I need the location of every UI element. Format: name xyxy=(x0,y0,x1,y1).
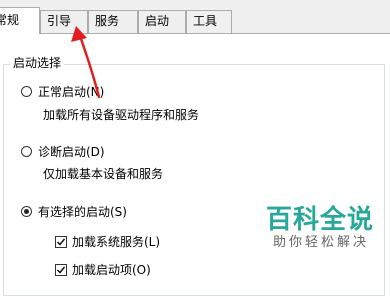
checkmark-icon xyxy=(56,266,66,274)
checkmark-icon xyxy=(56,238,66,246)
load-system-services-label[interactable]: 加载系统服务(L) xyxy=(72,234,160,250)
watermark-title: 百科全说 xyxy=(266,205,375,235)
selective-startup-radio[interactable] xyxy=(21,206,32,217)
tab-boot[interactable]: 引导 xyxy=(40,10,88,33)
tab-startup[interactable]: 启动 xyxy=(138,10,186,33)
normal-startup-description: 加载所有设备驱动程序和服务 xyxy=(43,108,200,122)
watermark-logo: 百科全说 助你轻松解决 xyxy=(266,205,374,251)
normal-startup-label[interactable]: 正常启动(N) xyxy=(38,84,104,100)
load-startup-items-checkbox[interactable] xyxy=(55,264,67,276)
tab-general[interactable]: 常规 xyxy=(0,7,40,34)
group-title: 启动选择 xyxy=(10,55,65,71)
tab-tools[interactable]: 工具 xyxy=(186,10,232,33)
tab-strip: 常规 引导 服务 启动 工具 xyxy=(0,0,390,34)
load-system-services-checkbox[interactable] xyxy=(55,236,67,248)
diagnostic-startup-description: 仅加载基本设备和服务 xyxy=(43,167,164,181)
tab-services[interactable]: 服务 xyxy=(88,10,138,33)
tab-panel-border xyxy=(40,33,390,34)
normal-startup-radio[interactable] xyxy=(21,86,32,97)
diagnostic-startup-label[interactable]: 诊断启动(D) xyxy=(38,144,105,160)
load-startup-items-label[interactable]: 加载启动项(O) xyxy=(72,262,151,278)
selective-startup-label[interactable]: 有选择的启动(S) xyxy=(38,204,127,220)
diagnostic-startup-radio[interactable] xyxy=(21,146,32,157)
watermark-subtitle: 助你轻松解决 xyxy=(273,235,370,250)
